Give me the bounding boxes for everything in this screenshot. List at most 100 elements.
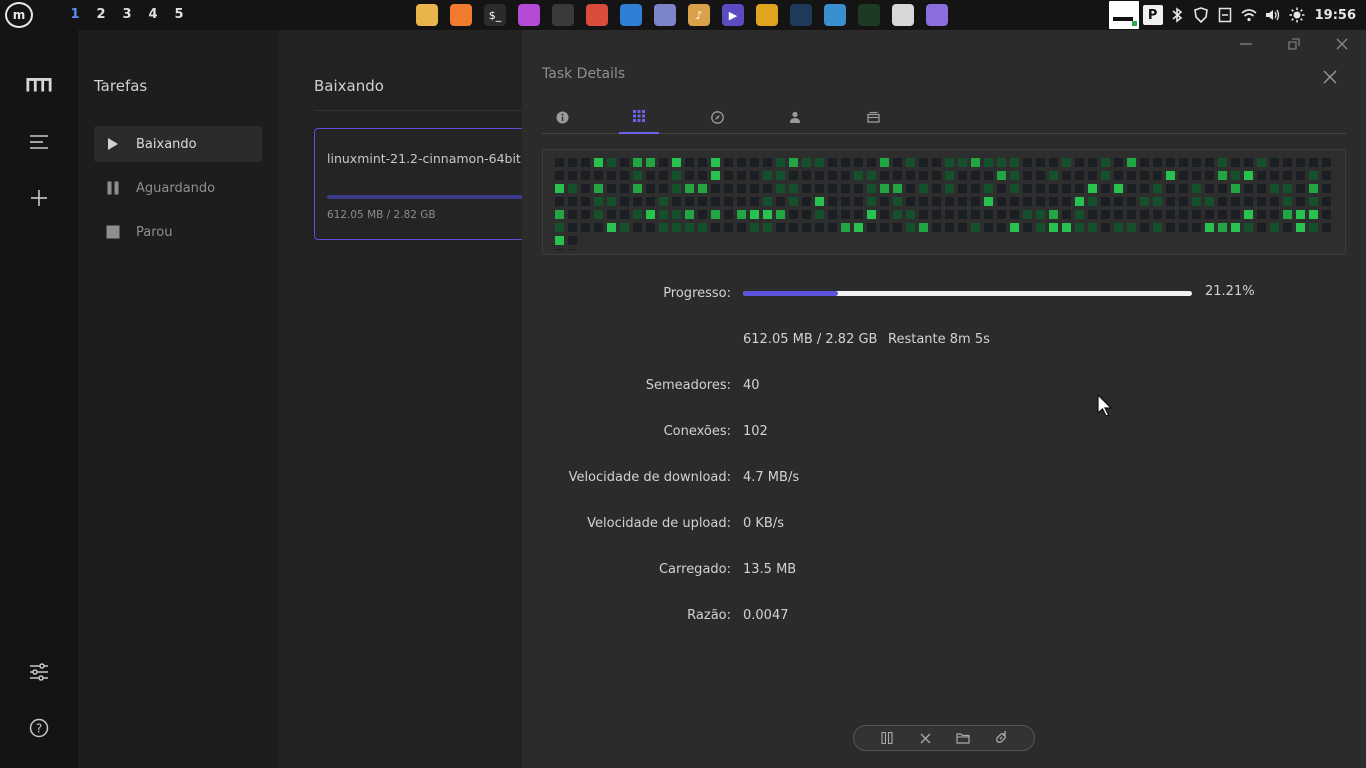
volume-icon[interactable]	[1263, 5, 1283, 25]
piece-cell	[1114, 184, 1123, 193]
close-window-button[interactable]	[1332, 36, 1352, 52]
workspace-2[interactable]: 2	[88, 0, 114, 30]
piece-cell	[1218, 184, 1227, 193]
piece-cell	[828, 197, 837, 206]
media-player-icon[interactable]: ▶	[722, 4, 744, 26]
piece-cell	[581, 184, 590, 193]
color-picker-icon[interactable]	[518, 4, 540, 26]
pdf-app-icon[interactable]: P	[1142, 5, 1163, 25]
task-card[interactable]: linuxmint-21.2-cinnamon-64bit. 612.05 MB…	[314, 128, 534, 240]
workspace-1[interactable]: 1	[62, 0, 88, 30]
piece-cell	[1023, 223, 1032, 232]
piece-cell	[1231, 210, 1240, 219]
settings-sliders-icon[interactable]	[26, 659, 52, 685]
piece-cell	[633, 158, 642, 167]
tab-trackers-compass[interactable]	[697, 100, 737, 134]
category-aguardando[interactable]: Aguardando	[94, 170, 262, 206]
piece-cell	[607, 210, 616, 219]
terminal-icon[interactable]: $_	[484, 4, 506, 26]
minimize-window-button[interactable]	[1236, 36, 1256, 52]
piece-cell	[1322, 184, 1331, 193]
text-editor-icon[interactable]	[654, 4, 676, 26]
workspace-5[interactable]: 5	[166, 0, 192, 30]
task-size: 612.05 MB / 2.82 GB	[327, 209, 436, 221]
piece-cell	[893, 223, 902, 232]
piece-cell	[1283, 197, 1292, 206]
piece-cell	[1062, 197, 1071, 206]
tab-peers[interactable]	[775, 100, 815, 134]
piece-cell	[971, 171, 980, 180]
piece-cell	[1114, 223, 1123, 232]
open-folder-button[interactable]	[952, 728, 974, 748]
maximize-window-button[interactable]	[1284, 36, 1304, 52]
piece-cell	[1309, 197, 1318, 206]
workspace-3[interactable]: 3	[114, 0, 140, 30]
inkscape-icon[interactable]	[552, 4, 574, 26]
help-icon[interactable]: ?	[26, 715, 52, 741]
joystick-icon[interactable]	[756, 4, 778, 26]
progress-row: Progresso: 21.21%	[522, 284, 1366, 306]
piece-cell	[763, 184, 772, 193]
piece-cell	[620, 158, 629, 167]
music-folder-icon[interactable]: ♪	[688, 4, 710, 26]
piece-cell	[906, 197, 915, 206]
activity-monitor-icon[interactable]	[858, 4, 880, 26]
mint-menu-button[interactable]: m	[5, 2, 33, 28]
piece-cell	[880, 210, 889, 219]
piece-cell	[789, 223, 798, 232]
piece-cell	[555, 249, 564, 250]
piece-cell	[932, 210, 941, 219]
piece-cell	[1153, 223, 1162, 232]
piece-cell	[1166, 223, 1175, 232]
piece-cell	[1218, 158, 1227, 167]
category-parou[interactable]: Parou	[94, 214, 262, 250]
bluetooth-icon[interactable]	[1167, 5, 1187, 25]
upload-speed-value: 0 KB/s	[743, 516, 784, 531]
piece-cell	[1153, 158, 1162, 167]
writer-icon[interactable]	[620, 4, 642, 26]
piece-cell	[698, 210, 707, 219]
save-app-icon[interactable]	[926, 4, 948, 26]
piece-cell	[906, 210, 915, 219]
folder-icon[interactable]	[416, 4, 438, 26]
piece-cell	[893, 184, 902, 193]
piece-cell	[1296, 171, 1305, 180]
close-drawer-button[interactable]	[1319, 66, 1341, 88]
piece-cell	[1283, 223, 1292, 232]
settings-toggle-icon[interactable]	[892, 4, 914, 26]
gimp-icon[interactable]	[586, 4, 608, 26]
piece-cell	[1101, 210, 1110, 219]
keyboard-layout-icon[interactable]	[1108, 1, 1139, 29]
brightness-icon[interactable]	[1287, 5, 1307, 25]
clock[interactable]: 19:56	[1315, 8, 1356, 23]
tab-files[interactable]	[853, 100, 893, 134]
piece-cell	[880, 197, 889, 206]
piece-cell	[1257, 171, 1266, 180]
category-baixando[interactable]: Baixando	[94, 126, 262, 162]
piece-cell	[906, 171, 915, 180]
piece-cell	[1036, 210, 1045, 219]
download-speed-label: Velocidade de download:	[568, 470, 731, 485]
pause-task-button[interactable]	[876, 728, 898, 748]
piece-cell	[932, 197, 941, 206]
delete-task-button[interactable]	[914, 728, 936, 748]
shield-icon[interactable]	[1191, 5, 1211, 25]
steam-icon[interactable]	[790, 4, 812, 26]
wifi-icon[interactable]	[1239, 5, 1259, 25]
piece-cell	[1023, 197, 1032, 206]
tab-pieces[interactable]	[619, 100, 659, 134]
menu-icon[interactable]	[26, 129, 52, 155]
copy-link-button[interactable]	[990, 728, 1012, 748]
upload-speed-label: Velocidade de upload:	[587, 516, 731, 531]
tab-info[interactable]	[542, 100, 582, 134]
firefox-icon[interactable]	[450, 4, 472, 26]
piece-cell	[1062, 223, 1071, 232]
notes-icon[interactable]	[1215, 5, 1235, 25]
system-monitor-icon[interactable]	[824, 4, 846, 26]
task-list-title: Baixando	[314, 77, 384, 95]
piece-cell	[893, 210, 902, 219]
add-task-icon[interactable]	[26, 185, 52, 211]
piece-cell	[932, 223, 941, 232]
piece-cell	[737, 197, 746, 206]
workspace-4[interactable]: 4	[140, 0, 166, 30]
